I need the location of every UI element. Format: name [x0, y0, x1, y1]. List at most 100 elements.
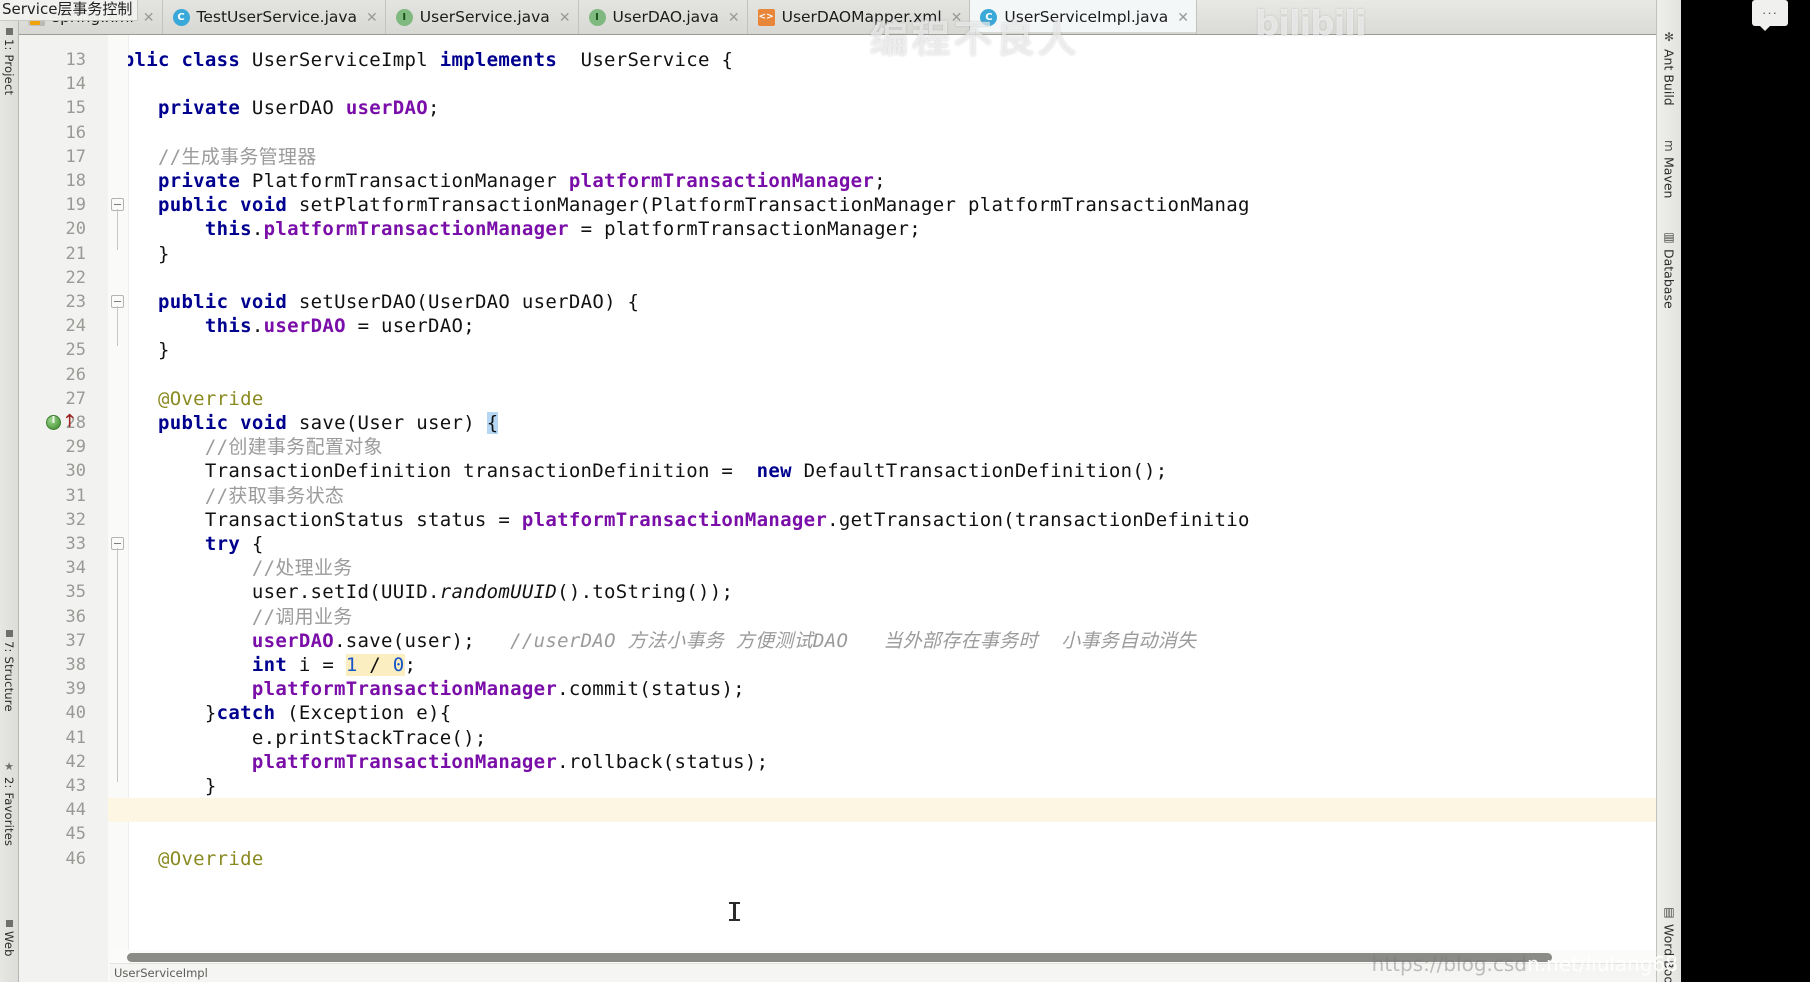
code-token: .getTransaction(transactionDefinitio: [827, 508, 1250, 531]
code-editor[interactable]: ublic class UserServiceImpl implements U…: [18, 34, 1657, 982]
tool-window-tab-word-book[interactable]: ▥ Word Book: [1657, 905, 1681, 982]
editor-tab-bar[interactable]: spring.xml✕CTestUserService.java✕IUserSe…: [18, 0, 1681, 35]
code-line[interactable]: platformTransactionManager.rollback(stat…: [128, 750, 768, 774]
code-token: //创建事务配置对象: [204, 436, 383, 459]
editor-tab-label: UserService.java: [419, 8, 550, 26]
java-interface-icon: I: [395, 8, 413, 26]
code-folding-column[interactable]: [108, 34, 129, 982]
breadcrumb[interactable]: UserServiceImpl: [110, 963, 1666, 982]
notification-bubble-icon[interactable]: ···: [1752, 0, 1788, 31]
code-line[interactable]: this.userDAO = userDAO;: [128, 314, 475, 338]
tool-window-tab-ant-build[interactable]: ✻ Ant Build: [1657, 30, 1681, 106]
code-line[interactable]: private UserDAO userDAO;: [128, 96, 440, 120]
code-line[interactable]: }: [128, 338, 170, 362]
implements-method-gutter-icon[interactable]: [46, 415, 61, 430]
editor-tab-userdao-java[interactable]: I UserDAO.java ✕: [579, 0, 748, 34]
editor-horizontal-scrollbar[interactable]: [110, 950, 1666, 964]
editor-tab-userdaomapper-xml[interactable]: <> UserDAOMapper.xml ✕: [748, 0, 971, 34]
tool-window-tab-7-structure[interactable]: 7: Structure: [0, 630, 18, 712]
code-line[interactable]: public void setUserDAO(UserDAO userDAO) …: [128, 290, 639, 314]
editor-tab-userservice-java[interactable]: I UserService.java ✕: [386, 0, 579, 34]
line-number: 13: [65, 50, 86, 70]
code-line[interactable]: TransactionStatus status = platformTrans…: [128, 508, 1250, 532]
horizontal-scrollbar-thumb[interactable]: [127, 953, 1552, 962]
java-interface-icon: I: [588, 8, 606, 26]
code-fold-region-bar: [117, 306, 118, 347]
ant-icon: ✻: [1662, 30, 1676, 44]
code-token: public: [157, 291, 241, 313]
line-number: 41: [65, 727, 86, 748]
tool-window-tab-web[interactable]: Web: [0, 920, 18, 957]
code-line[interactable]: }: [128, 242, 170, 266]
line-number: 43: [65, 776, 86, 796]
java-class-icon: C: [172, 8, 190, 26]
overriding-method-arrow-icon[interactable]: ↑: [62, 413, 77, 431]
tool-window-tab-database[interactable]: ▤ Database: [1657, 230, 1681, 309]
code-line[interactable]: //调用业务: [128, 605, 353, 629]
code-line[interactable]: //处理业务: [128, 556, 353, 580]
code-line[interactable]: ublic class UserServiceImpl implements U…: [128, 48, 733, 72]
code-line[interactable]: user.setId(UUID.randomUUID().toString())…: [128, 580, 733, 604]
tool-window-tab-1-project[interactable]: 1: Project: [0, 28, 18, 95]
code-token: TransactionStatus status =: [128, 508, 522, 531]
line-number: 19: [65, 195, 86, 216]
code-line[interactable]: e.printStackTrace();: [128, 726, 487, 750]
tab-bar-empty-space: [1196, 0, 1681, 34]
right-tool-window-bar[interactable]: ✻ Ant Build m Maven ▤ Database ▥ Word Book: [1656, 0, 1681, 982]
code-text-area[interactable]: ublic class UserServiceImpl implements U…: [128, 34, 1657, 982]
tool-window-tab-2-favorites[interactable]: ★ 2: Favorites: [0, 760, 18, 846]
close-icon[interactable]: ✕: [1175, 10, 1189, 24]
code-line[interactable]: public void setPlatformTransactionManage…: [128, 193, 1250, 217]
code-fold-region-bar: [117, 548, 118, 782]
close-icon[interactable]: ✕: [557, 10, 571, 24]
code-line[interactable]: //获取事务状态: [128, 484, 344, 508]
line-number: 18: [65, 171, 86, 191]
line-number: 23: [65, 292, 86, 312]
line-number: 16: [65, 122, 86, 143]
code-line[interactable]: platformTransactionManager.commit(status…: [128, 677, 745, 701]
close-icon[interactable]: ✕: [726, 10, 740, 24]
code-line[interactable]: TransactionDefinition transactionDefinit…: [128, 459, 1168, 483]
tool-window-tab-label: Ant Build: [1661, 49, 1677, 106]
code-token: (Exception e){: [275, 702, 452, 725]
code-line[interactable]: @Override: [128, 847, 264, 871]
code-line[interactable]: }: [128, 774, 217, 798]
code-token: .rollback(status);: [557, 750, 769, 773]
code-line[interactable]: @Override: [128, 387, 264, 411]
code-line[interactable]: //生成事务管理器: [128, 145, 317, 169]
line-number: 17: [65, 146, 86, 167]
close-icon[interactable]: ✕: [949, 10, 963, 24]
code-token: .: [251, 315, 264, 338]
code-line[interactable]: try {: [128, 532, 264, 556]
code-line[interactable]: userDAO.save(user); //userDAO 方法小事务 方便测试…: [128, 629, 1196, 653]
database-icon: ▤: [1662, 230, 1676, 244]
code-line[interactable]: private PlatformTransactionManager platf…: [128, 169, 886, 193]
code-line[interactable]: this.platformTransactionManager = platfo…: [128, 217, 921, 241]
close-icon[interactable]: ✕: [141, 10, 155, 24]
code-token: void: [240, 291, 299, 313]
tool-window-tab-maven[interactable]: m Maven: [1657, 140, 1681, 198]
code-line[interactable]: //创建事务配置对象: [128, 435, 383, 459]
editor-tab-userserviceimpl-java[interactable]: C UserServiceImpl.java ✕: [970, 0, 1197, 34]
code-line[interactable]: }catch (Exception e){: [128, 701, 451, 725]
code-token: = platformTransactionManager;: [568, 218, 922, 241]
code-token: @Override: [157, 847, 264, 870]
code-line[interactable]: public void save(User user) {: [128, 411, 499, 435]
line-number: 27: [65, 388, 86, 409]
editor-tab-testuserservice-java[interactable]: C TestUserService.java ✕: [163, 0, 386, 34]
line-number: 30: [65, 461, 86, 482]
close-icon[interactable]: ✕: [364, 10, 378, 24]
code-token: .commit(status);: [557, 678, 745, 701]
code-token: userDAO: [251, 629, 335, 652]
left-tool-window-bar[interactable]: 1: Project 7: Structure ★ 2: Favorites Web: [0, 0, 19, 982]
code-token: userDAO: [345, 97, 428, 120]
code-line[interactable]: int i = 1 / 0;: [128, 653, 416, 677]
